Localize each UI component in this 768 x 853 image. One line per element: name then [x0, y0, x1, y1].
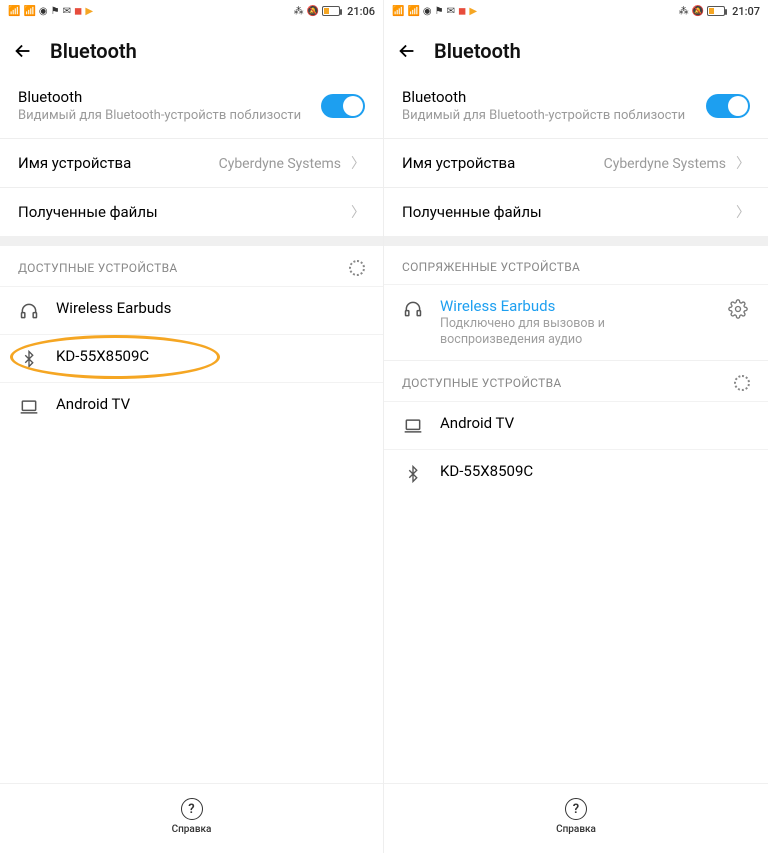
scanning-spinner-icon	[349, 260, 365, 276]
spacer	[384, 497, 768, 784]
bluetooth-status-icon: ⁂	[294, 6, 304, 17]
bluetooth-toggle[interactable]	[706, 94, 750, 118]
device-name-row[interactable]: Имя устройства Cyberdyne Systems 〉	[384, 138, 768, 187]
app-icon: ◼	[74, 6, 82, 17]
flag-icon: ⚑	[51, 6, 60, 17]
help-label: Справка	[172, 824, 212, 835]
divider	[0, 236, 383, 246]
page-title: Bluetooth	[50, 39, 137, 63]
help-button[interactable]: ? Справка	[0, 783, 383, 853]
help-button[interactable]: ? Справка	[384, 783, 768, 853]
chevron-right-icon: 〉	[351, 156, 365, 172]
clock: 21:07	[732, 5, 760, 18]
paired-device-earbuds[interactable]: Wireless Earbuds Подключено для вызовов …	[384, 284, 768, 359]
back-icon[interactable]	[394, 38, 420, 64]
mute-icon: 🔕	[692, 6, 704, 17]
received-files-row[interactable]: Полученные файлы 〉	[384, 187, 768, 236]
device-label: Android TV	[56, 395, 365, 413]
bluetooth-icon	[402, 463, 424, 485]
page-title: Bluetooth	[434, 39, 521, 63]
bluetooth-subtitle: Видимый для Bluetooth-устройств поблизос…	[402, 108, 706, 124]
viber-icon: ◉	[423, 6, 432, 17]
app-bar: Bluetooth	[384, 22, 768, 78]
device-label: Wireless Earbuds	[440, 297, 710, 315]
mute-icon: 🔕	[307, 6, 319, 17]
device-android-tv[interactable]: Android TV	[0, 382, 383, 430]
mail-icon: ✉	[63, 6, 71, 17]
battery-icon	[322, 6, 340, 16]
back-icon[interactable]	[10, 38, 36, 64]
divider	[384, 236, 768, 246]
device-label: KD-55X8509C	[56, 347, 365, 365]
play-icon: ▶	[85, 6, 93, 17]
bluetooth-toggle-row[interactable]: Bluetooth Видимый для Bluetooth-устройст…	[0, 78, 383, 138]
screen-before: 📶 📶 ◉ ⚑ ✉ ◼ ▶ ⁂ 🔕 21:06 Bluetooth Blueto…	[0, 0, 384, 853]
chevron-right-icon: 〉	[736, 156, 750, 172]
available-devices-header: ДОСТУПНЫЕ УСТРОЙСТВА	[384, 360, 768, 401]
help-icon: ?	[565, 798, 587, 820]
device-kd55[interactable]: KD-55X8509C	[384, 449, 768, 497]
signal-icon: 📶	[392, 6, 404, 17]
paired-devices-label: СОПРЯЖЕННЫЕ УСТРОЙСТВА	[402, 260, 580, 274]
device-status: Подключено для вызовов и воспроизведения…	[440, 316, 710, 347]
viber-icon: ◉	[39, 6, 48, 17]
wifi-icon: 📶	[23, 6, 35, 17]
play-icon: ▶	[469, 6, 477, 17]
flag-icon: ⚑	[435, 6, 444, 17]
device-label: Wireless Earbuds	[56, 299, 365, 317]
mail-icon: ✉	[447, 6, 455, 17]
available-devices-label: ДОСТУПНЫЕ УСТРОЙСТВА	[18, 261, 178, 275]
device-name-value: Cyberdyne Systems	[604, 156, 726, 172]
status-bar: 📶 📶 ◉ ⚑ ✉ ◼ ▶ ⁂ 🔕 21:07	[384, 0, 768, 22]
laptop-icon	[402, 415, 424, 437]
clock: 21:06	[347, 5, 375, 18]
scanning-spinner-icon	[734, 375, 750, 391]
device-label: KD-55X8509C	[440, 462, 750, 480]
bluetooth-label: Bluetooth	[402, 88, 706, 106]
chevron-right-icon: 〉	[736, 202, 750, 222]
bluetooth-status-icon: ⁂	[679, 6, 689, 17]
received-files-label: Полученные файлы	[18, 203, 158, 221]
screen-after: 📶 📶 ◉ ⚑ ✉ ◼ ▶ ⁂ 🔕 21:07 Bluetooth Blueto…	[384, 0, 768, 853]
device-wireless-earbuds[interactable]: Wireless Earbuds	[0, 286, 383, 334]
bluetooth-icon	[18, 348, 40, 370]
received-files-label: Полученные файлы	[402, 203, 542, 221]
bluetooth-toggle-row[interactable]: Bluetooth Видимый для Bluetooth-устройст…	[384, 78, 768, 138]
signal-icon: 📶	[8, 6, 20, 17]
device-name-label: Имя устройства	[402, 154, 515, 172]
device-name-label: Имя устройства	[18, 154, 131, 172]
headphones-icon	[18, 300, 40, 322]
device-android-tv[interactable]: Android TV	[384, 401, 768, 449]
device-name-row[interactable]: Имя устройства Cyberdyne Systems 〉	[0, 138, 383, 187]
device-label: Android TV	[440, 414, 750, 432]
chevron-right-icon: 〉	[351, 202, 365, 222]
available-devices-label: ДОСТУПНЫЕ УСТРОЙСТВА	[402, 376, 562, 390]
received-files-row[interactable]: Полученные файлы 〉	[0, 187, 383, 236]
bluetooth-label: Bluetooth	[18, 88, 321, 106]
help-icon: ?	[181, 798, 203, 820]
app-bar: Bluetooth	[0, 22, 383, 78]
paired-devices-header: СОПРЯЖЕННЫЕ УСТРОЙСТВА	[384, 246, 768, 284]
bluetooth-toggle[interactable]	[321, 94, 365, 118]
gear-icon[interactable]	[726, 297, 750, 321]
device-kd55[interactable]: KD-55X8509C	[0, 334, 383, 382]
spacer	[0, 430, 383, 783]
wifi-icon: 📶	[407, 6, 419, 17]
device-name-value: Cyberdyne Systems	[219, 156, 341, 172]
available-devices-header: ДОСТУПНЫЕ УСТРОЙСТВА	[0, 246, 383, 286]
help-label: Справка	[556, 824, 596, 835]
bluetooth-subtitle: Видимый для Bluetooth-устройств поблизос…	[18, 108, 321, 124]
headphones-icon	[402, 298, 424, 320]
status-bar: 📶 📶 ◉ ⚑ ✉ ◼ ▶ ⁂ 🔕 21:06	[0, 0, 383, 22]
battery-icon	[707, 6, 725, 16]
app-icon: ◼	[458, 6, 466, 17]
laptop-icon	[18, 396, 40, 418]
